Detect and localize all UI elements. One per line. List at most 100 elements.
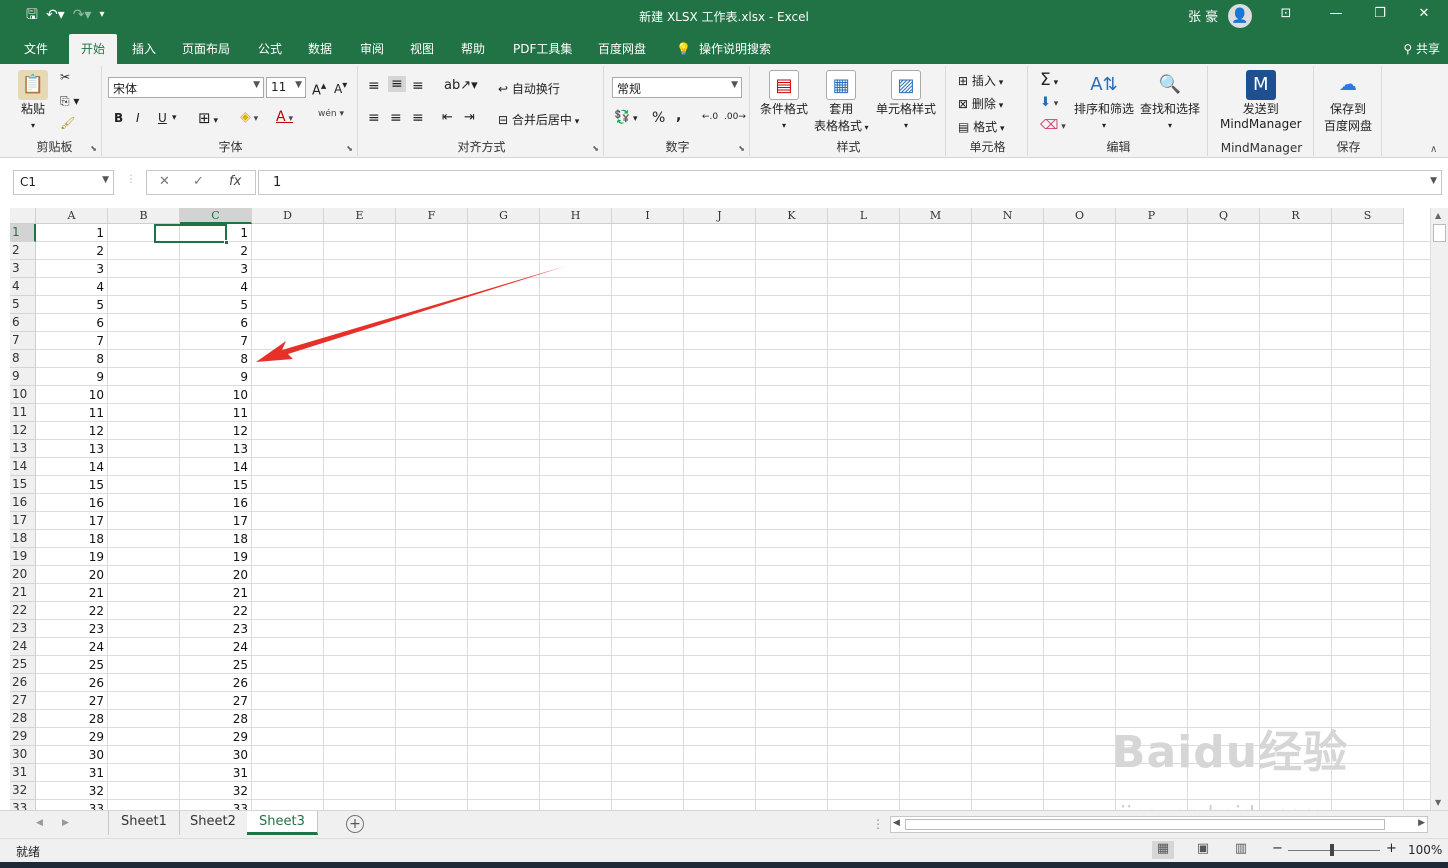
sort-filter-button[interactable]: A⇅ 排序和筛选 ▾	[1074, 70, 1134, 131]
insert-function-icon[interactable]: fx	[229, 174, 241, 189]
ribbon-display-icon[interactable]: ⊡	[1276, 6, 1296, 21]
italic-button[interactable]: I	[136, 111, 140, 125]
scroll-left-icon[interactable]: ◀	[893, 818, 900, 828]
cancel-icon[interactable]: ✕	[159, 174, 170, 189]
minimize-icon[interactable]: —	[1326, 6, 1346, 21]
tab-file[interactable]: 文件	[24, 40, 48, 57]
share-button[interactable]: ⚲ 共享	[1403, 40, 1440, 57]
avatar[interactable]: 👤	[1228, 4, 1252, 28]
page-break-view-icon[interactable]: ▥	[1230, 841, 1252, 859]
copy-icon[interactable]: ⎘ ▾	[60, 94, 79, 109]
decrease-decimal-icon[interactable]: .00→	[724, 112, 746, 122]
add-sheet-button[interactable]: +	[346, 815, 364, 833]
undo-icon[interactable]: ↶▾	[46, 6, 65, 24]
page-layout-view-icon[interactable]: ▣	[1192, 841, 1214, 859]
bold-button[interactable]: B	[114, 111, 123, 125]
increase-indent-icon[interactable]: ⇥	[464, 110, 475, 125]
tab-insert[interactable]: 插入	[132, 40, 156, 57]
tab-pdf-tools[interactable]: PDF工具集	[513, 40, 572, 57]
align-bottom-icon[interactable]: ≡	[412, 78, 424, 94]
tab-page-layout[interactable]: 页面布局	[182, 40, 230, 57]
fill-icon[interactable]: ⬇ ▾	[1040, 95, 1058, 110]
restore-icon[interactable]: ❐	[1370, 6, 1390, 21]
paste-button[interactable]: 📋 粘贴 ▾	[18, 70, 48, 131]
enter-icon[interactable]: ✓	[193, 174, 204, 189]
tab-formulas[interactable]: 公式	[258, 40, 282, 57]
align-center-icon[interactable]: ≡	[390, 110, 402, 126]
phonetic-icon[interactable]: wén ▾	[318, 109, 344, 119]
scroll-down-icon[interactable]: ▼	[1435, 798, 1441, 807]
decrease-font-icon[interactable]: A▾	[334, 80, 347, 96]
number-format-select[interactable]: 常规 ▼	[612, 77, 742, 98]
font-color-icon[interactable]: A ▾	[276, 109, 293, 125]
user-name[interactable]: 张 豪	[1188, 6, 1218, 25]
tab-data[interactable]: 数据	[308, 40, 332, 57]
sheet-tab-sheet1[interactable]: Sheet1	[108, 811, 180, 835]
customize-qat-icon[interactable]: ▾	[99, 6, 104, 24]
cell-styles-button[interactable]: ▨ 单元格样式 ▾	[876, 70, 936, 131]
scroll-right-icon[interactable]: ▶	[1418, 818, 1425, 828]
cut-icon[interactable]: ✂	[60, 70, 70, 84]
tab-home[interactable]: 开始	[69, 34, 118, 64]
orientation-icon[interactable]: ab↗▾	[444, 78, 478, 93]
comma-button[interactable]: ,	[676, 108, 681, 124]
next-sheet-icon[interactable]: ▶	[62, 818, 69, 828]
percent-button[interactable]: %	[652, 110, 665, 126]
drag-handle-icon[interactable]: ⋮	[126, 174, 136, 185]
horizontal-scroll-thumb[interactable]	[905, 819, 1385, 830]
save-icon[interactable]: 🖫	[26, 6, 38, 24]
insert-cells-button[interactable]: ⊞ 插入 ▾	[958, 72, 1003, 89]
increase-decimal-icon[interactable]: ←.0	[702, 112, 718, 122]
sheet-tab-sheet2[interactable]: Sheet2	[178, 811, 249, 835]
scroll-up-icon[interactable]: ▲	[1435, 211, 1441, 220]
close-icon[interactable]: ✕	[1414, 6, 1434, 21]
zoom-level[interactable]: 100%	[1408, 843, 1442, 857]
sheet-tab-sheet3[interactable]: Sheet3	[247, 811, 318, 835]
zoom-slider[interactable]	[1288, 850, 1380, 851]
horizontal-scrollbar[interactable]: ◀ ▶	[890, 816, 1428, 833]
align-left-icon[interactable]: ≡	[368, 110, 380, 126]
decrease-indent-icon[interactable]: ⇤	[442, 110, 453, 125]
format-painter-icon[interactable]: 🖌	[60, 116, 75, 130]
underline-button[interactable]: U	[158, 111, 167, 125]
fill-color-icon[interactable]: ◈ ▾	[240, 109, 258, 125]
zoom-slider-thumb[interactable]	[1330, 844, 1334, 856]
conditional-format-button[interactable]: ▤ 条件格式 ▾	[760, 70, 808, 131]
font-size-select[interactable]: 11 ▼	[266, 77, 306, 98]
tab-help[interactable]: 帮助	[461, 40, 485, 57]
find-select-button[interactable]: 🔍 查找和选择 ▾	[1140, 70, 1200, 131]
dialog-launcher-icon[interactable]: ⬊	[346, 144, 353, 153]
underline-dropdown-icon[interactable]: ▾	[172, 113, 177, 123]
border-icon[interactable]: ⊞ ▾	[198, 109, 218, 127]
tab-baidu-netdisk[interactable]: 百度网盘	[598, 40, 646, 57]
tab-view[interactable]: 视图	[410, 40, 434, 57]
dialog-launcher-icon[interactable]: ⬊	[90, 144, 97, 153]
vertical-scroll-thumb[interactable]	[1433, 224, 1446, 242]
align-middle-icon[interactable]: ≡	[388, 76, 406, 92]
tell-me-search[interactable]: 💡 操作说明搜索	[676, 40, 771, 57]
name-box[interactable]: C1 ▼	[13, 170, 114, 195]
redo-icon[interactable]: ↷▾	[73, 6, 92, 24]
clear-icon[interactable]: ⌫ ▾	[1040, 118, 1066, 133]
collapse-ribbon-icon[interactable]: ∧	[1430, 144, 1437, 155]
wrap-text-button[interactable]: ↩ 自动换行	[498, 80, 560, 97]
tab-review[interactable]: 审阅	[360, 40, 384, 57]
currency-icon[interactable]: 💱 ▾	[614, 110, 638, 125]
align-right-icon[interactable]: ≡	[412, 110, 424, 126]
normal-view-icon[interactable]: ▦	[1152, 841, 1174, 859]
splitter-icon[interactable]: ⋮	[872, 817, 884, 831]
vertical-scrollbar[interactable]: ▲ ▼	[1430, 208, 1448, 810]
dialog-launcher-icon[interactable]: ⬊	[738, 144, 745, 153]
increase-font-icon[interactable]: A▴	[312, 79, 326, 98]
merge-center-button[interactable]: ⊟ 合并后居中 ▾	[498, 111, 579, 128]
format-as-table-button[interactable]: ▦ 套用 表格格式 ▾	[814, 70, 869, 134]
autosum-icon[interactable]: Σ ▾	[1040, 70, 1058, 90]
font-name-select[interactable]: 宋体 ▼	[108, 77, 264, 98]
dialog-launcher-icon[interactable]: ⬊	[592, 144, 599, 153]
zoom-out-icon[interactable]: −	[1272, 841, 1283, 856]
delete-cells-button[interactable]: ⊠ 删除 ▾	[958, 95, 1003, 112]
align-top-icon[interactable]: ≡	[368, 78, 380, 94]
zoom-in-icon[interactable]: +	[1386, 841, 1397, 856]
prev-sheet-icon[interactable]: ◀	[36, 818, 43, 828]
save-to-baidu-button[interactable]: ☁ 保存到 百度网盘	[1324, 70, 1372, 134]
